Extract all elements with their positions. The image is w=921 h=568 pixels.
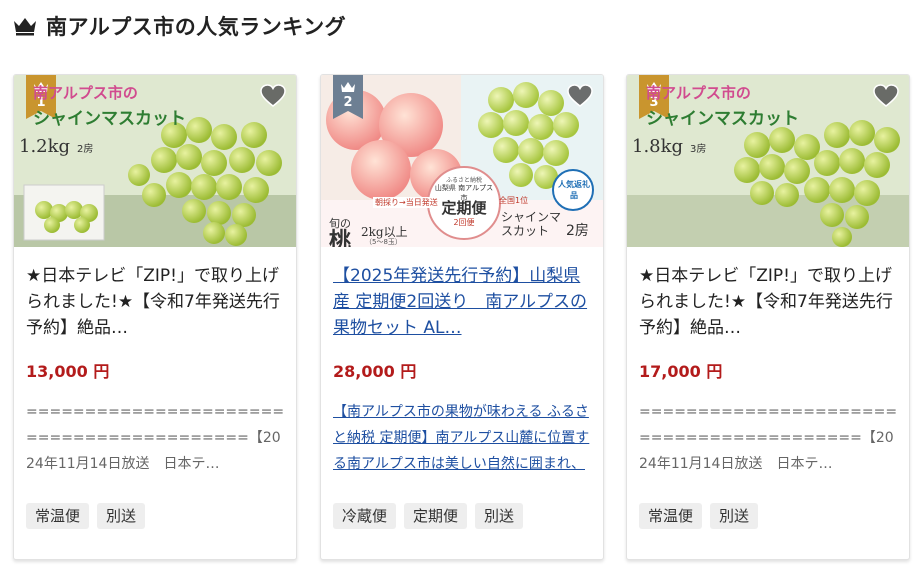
tag-list: 常温便 別送 [639,503,759,529]
heart-icon[interactable] [260,84,286,108]
product-name[interactable]: 【2025年発送先行予約】山梨県産 定期便2回送り 南アルプスの果物セット AL… [333,263,595,341]
section-header: 南アルプス市の人気ランキング [12,10,346,42]
page-title: 南アルプス市の人気ランキング [46,15,347,39]
image-weight: 1.2kg [19,136,71,157]
tag-shipping: 常温便 [639,503,703,529]
image-title-line2: シャインマスカット [33,109,186,129]
tag-subscription: 定期便 [404,503,468,529]
tag-separate: 別送 [475,503,524,529]
ranking-list: 1 ★日本テレビ「ZIP!」で取り上げられました!★【令和7年発送先行予約】絶品… [13,74,910,560]
product-price: 28,000 円 [333,362,417,381]
product-name[interactable]: ★日本テレビ「ZIP!」で取り上げられました!★【令和7年発送先行予約】絶品… [26,263,288,341]
image-peach-range: （5～8玉） [365,238,402,246]
ranking-card[interactable]: 旬の 桃 2kg以上 （5～8玉） 朝採り→当日発送 ふるさと納税 山梨県 南ア… [320,74,604,560]
tag-separate: 別送 [97,503,146,529]
image-title-line2: シャインマスカット [646,109,799,129]
image-rank-label: 全国1位 [499,196,529,205]
product-description: ========================================… [26,404,285,472]
product-price: 13,000 円 [26,362,110,381]
image-title-line1: 南アルプス市の [646,84,751,102]
image-count: 2房 [77,144,94,155]
image-ship-label: 朝採り→当日発送 [373,197,440,208]
tag-list: 常温便 別送 [26,503,146,529]
tag-list: 冷蔵便 定期便 別送 [333,503,524,529]
image-popular-badge: 人気返礼品 [558,180,590,200]
image-plan: 定期便 [441,199,487,217]
product-price: 17,000 円 [639,362,723,381]
image-count: 3房 [690,144,707,155]
product-description[interactable]: 【南アルプス市の果物が味わえる ふるさと納税 定期便】南アルプス山麓に位置する南… [333,399,595,477]
heart-icon[interactable] [567,84,593,108]
product-description: ========================================… [639,404,898,472]
tag-shipping: 冷蔵便 [333,503,397,529]
image-title-line1: 南アルプス市の [33,84,138,102]
tag-shipping: 常温便 [26,503,90,529]
crown-icon [14,18,36,36]
product-image[interactable]: 旬の 桃 2kg以上 （5～8玉） 朝採り→当日発送 ふるさと納税 山梨県 南ア… [321,75,603,247]
image-weight: 1.8kg [632,136,684,157]
image-plan-times: 2回便 [453,218,475,227]
heart-icon[interactable] [873,84,899,108]
image-grape-count: 2房 [566,223,589,239]
product-name[interactable]: ★日本テレビ「ZIP!」で取り上げられました!★【令和7年発送先行予約】絶品… [639,263,901,341]
rank-number: 2 [343,95,353,110]
image-peach-label: 桃 [329,228,352,247]
tag-separate: 別送 [710,503,759,529]
image-grape-label: シャインマスカット [501,210,562,238]
